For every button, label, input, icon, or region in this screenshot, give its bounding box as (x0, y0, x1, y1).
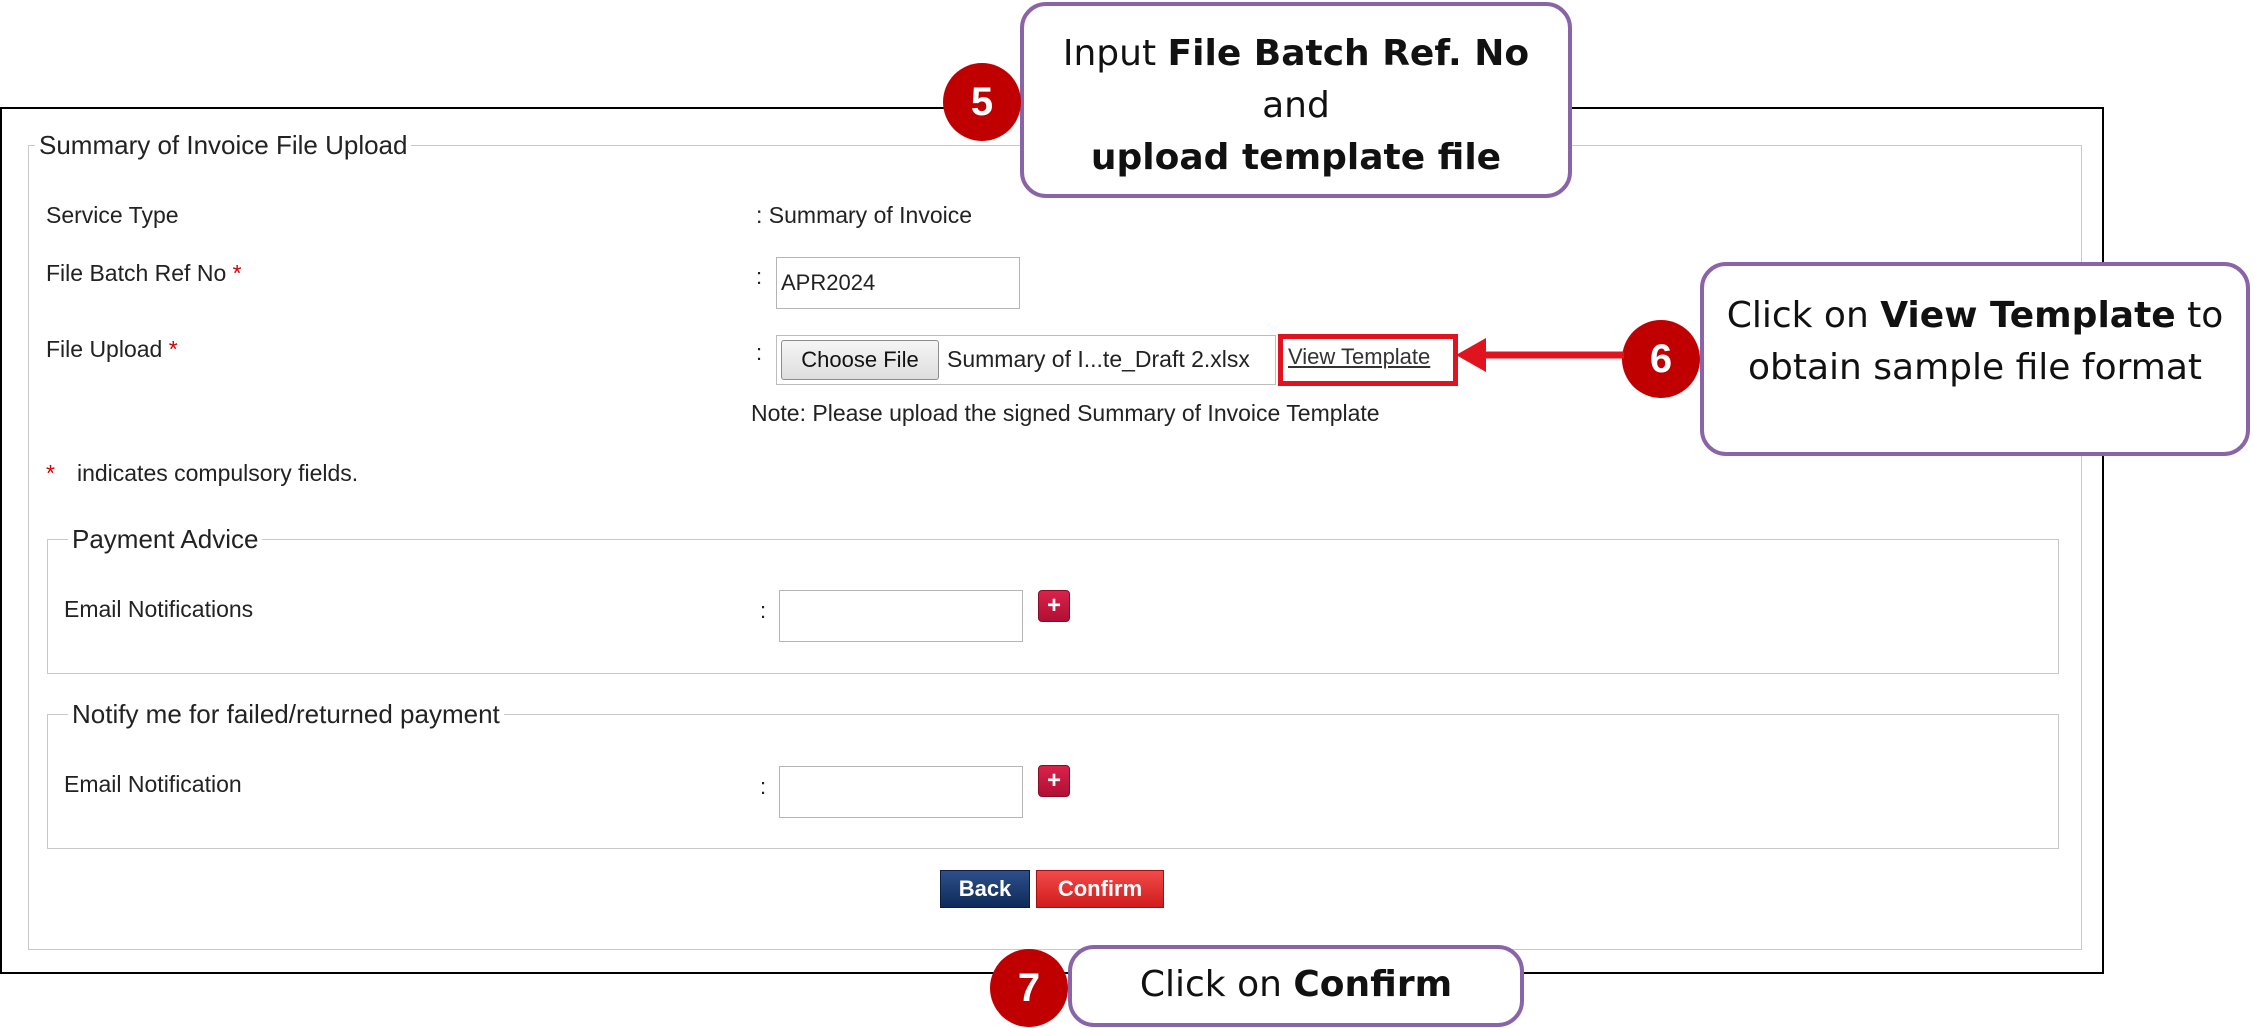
callout-step-6: Click on View Template to obtain sample … (1700, 262, 2250, 456)
selected-file-name: Summary of I...te_Draft 2.xlsx (947, 346, 1250, 372)
upload-note: Note: Please upload the signed Summary o… (751, 400, 1380, 426)
back-button[interactable]: Back (940, 870, 1030, 908)
confirm-button[interactable]: Confirm (1036, 870, 1164, 908)
step-5-badge: 5 (943, 63, 1021, 141)
payment-email-input[interactable] (779, 590, 1023, 642)
batch-ref-colon: : (756, 264, 763, 289)
batch-ref-label: File Batch Ref No * (46, 260, 242, 286)
notify-email-colon: : (760, 774, 767, 799)
service-type-value: : Summary of Invoice (756, 202, 973, 228)
payment-advice-title: Payment Advice (72, 524, 259, 554)
compulsory-note: * indicates compulsory fields. (46, 460, 359, 486)
notify-failed-title: Notify me for failed/returned payment (72, 699, 500, 729)
callout-step-7: Click on Confirm (1068, 945, 1524, 1027)
notify-email-label: Email Notification (64, 771, 242, 797)
step-6-badge: 6 (1622, 320, 1700, 398)
batch-ref-input[interactable] (776, 257, 1020, 309)
file-upload-label: File Upload * (46, 336, 178, 362)
payment-email-colon: : (760, 598, 767, 623)
arrow-icon (1456, 338, 1624, 372)
required-asterisk: * (168, 336, 178, 362)
add-notify-email-button[interactable]: + (1038, 765, 1070, 797)
notify-email-input[interactable] (779, 766, 1023, 818)
service-type-label: Service Type (46, 202, 179, 228)
payment-email-label: Email Notifications (64, 596, 254, 622)
add-payment-email-button[interactable]: + (1038, 590, 1070, 622)
callout-step-5: Input File Batch Ref. No and upload temp… (1020, 2, 1572, 198)
view-template-highlight (1278, 334, 1458, 386)
choose-file-button[interactable]: Choose File (781, 340, 939, 380)
section-title: Summary of Invoice File Upload (39, 130, 408, 160)
step-7-badge: 7 (990, 949, 1068, 1027)
file-upload-colon: : (756, 340, 763, 365)
required-asterisk: * (46, 460, 55, 486)
file-input[interactable]: Choose File Summary of I...te_Draft 2.xl… (776, 335, 1276, 385)
required-asterisk: * (232, 260, 242, 286)
